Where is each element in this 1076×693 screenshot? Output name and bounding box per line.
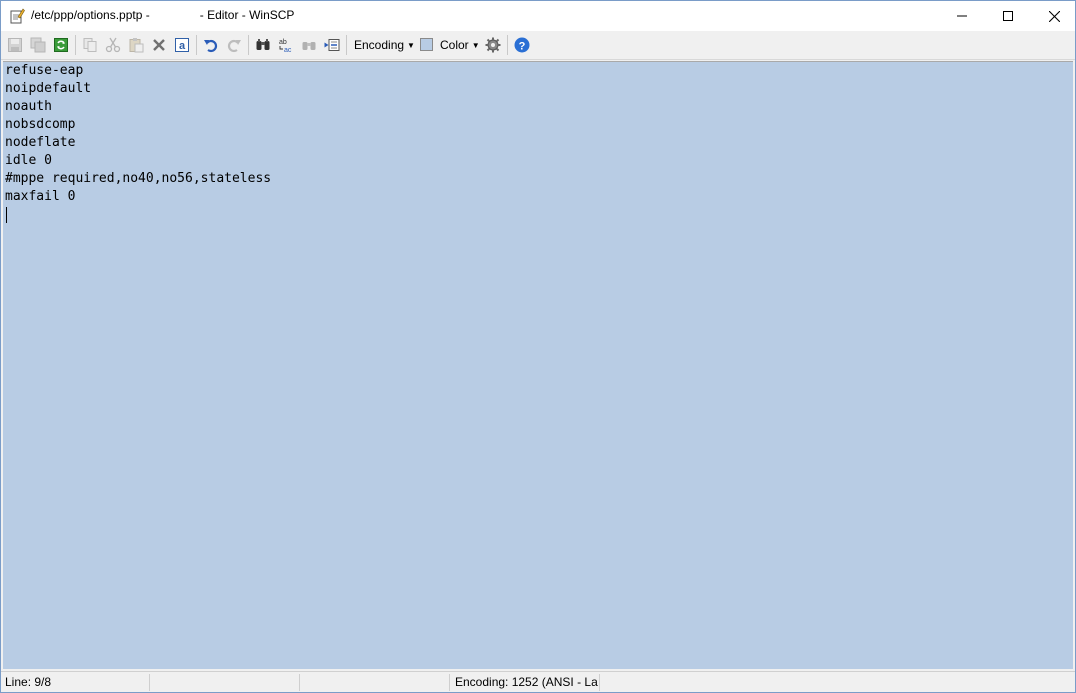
close-icon <box>1048 10 1060 22</box>
color-swatch <box>420 38 434 52</box>
color-label: Color <box>440 38 469 52</box>
scissors-icon <box>105 37 121 53</box>
editor-toolbar: a ab ac Encoding ▼ Color ▼ ? <box>1 31 1075 60</box>
title-bar: /etc/ppp/options.pptp - - Editor - WinSC… <box>1 1 1075 31</box>
status-bar: Line: 9/8 Encoding: 1252 (ANSI - La <box>1 671 1075 692</box>
binoculars-icon <box>256 39 270 50</box>
status-empty-cell <box>151 674 300 691</box>
undo-button[interactable] <box>202 36 220 54</box>
editor-notepad-icon <box>9 8 25 24</box>
help-button[interactable]: ? <box>513 36 531 54</box>
go-to-line-button[interactable] <box>323 36 341 54</box>
window-title: /etc/ppp/options.pptp - - Editor - WinSC… <box>31 8 295 22</box>
save-all-icon <box>30 37 46 53</box>
editor-line: refuse-eap <box>5 63 84 78</box>
reload-icon <box>54 38 68 52</box>
encoding-dropdown[interactable]: Encoding ▼ <box>354 38 415 52</box>
save-icon <box>8 38 22 52</box>
status-empty-cell <box>601 674 1071 691</box>
svg-text:a: a <box>179 40 186 52</box>
copy-icon <box>83 38 97 52</box>
minimize-button[interactable] <box>939 1 985 31</box>
editor-line: nodeflate <box>5 135 76 150</box>
svg-text:?: ? <box>519 41 526 53</box>
editor-line: #mppe required,no40,no56,stateless <box>5 171 272 186</box>
text-editor-area[interactable]: refuse-eap noipdefault noauth nobsdcomp … <box>3 61 1073 669</box>
copy-button[interactable] <box>81 36 99 54</box>
save-button[interactable] <box>6 36 24 54</box>
color-swatch-icon <box>420 38 433 51</box>
encoding-label: Encoding <box>354 38 405 52</box>
reload-button[interactable] <box>52 36 70 54</box>
status-empty-cell <box>301 674 450 691</box>
paste-icon <box>129 38 144 53</box>
select-all-button[interactable]: a <box>173 36 191 54</box>
maximize-icon <box>1003 11 1013 21</box>
delete-x-icon <box>153 39 165 51</box>
status-line-info: Line: 9/8 <box>1 674 150 691</box>
editor-line: nobsdcomp <box>5 117 76 132</box>
redo-button[interactable] <box>225 36 243 54</box>
chevron-down-icon: ▼ <box>407 41 415 50</box>
editor-window: /etc/ppp/options.pptp - - Editor - WinSC… <box>0 0 1076 693</box>
minimize-icon <box>957 15 967 17</box>
save-all-button[interactable] <box>29 36 47 54</box>
replace-button[interactable]: ab ac <box>277 36 295 54</box>
redo-icon <box>227 39 241 53</box>
replace-icon: ab ac <box>279 39 292 53</box>
status-encoding-info: Encoding: 1252 (ANSI - La <box>451 674 600 691</box>
close-button[interactable] <box>1031 1 1075 31</box>
svg-text:ac: ac <box>284 47 292 53</box>
svg-text:ab: ab <box>279 39 287 46</box>
color-dropdown[interactable]: Color ▼ <box>440 38 480 52</box>
paste-button[interactable] <box>127 36 145 54</box>
maximize-button[interactable] <box>985 1 1031 31</box>
gear-icon <box>485 37 501 53</box>
editor-line: idle 0 <box>5 153 52 168</box>
editor-line: maxfail 0 <box>5 189 76 204</box>
select-all-icon: a <box>175 38 189 52</box>
help-icon: ? <box>514 37 530 53</box>
chevron-down-icon: ▼ <box>471 41 480 50</box>
editor-line: noauth <box>5 99 52 114</box>
find-button[interactable] <box>254 36 272 54</box>
go-to-line-icon <box>324 39 340 51</box>
text-cursor <box>6 207 7 223</box>
delete-button[interactable] <box>150 36 168 54</box>
find-next-button[interactable] <box>300 36 318 54</box>
undo-icon <box>204 39 218 53</box>
preferences-button[interactable] <box>484 36 502 54</box>
cut-button[interactable] <box>104 36 122 54</box>
find-next-icon <box>302 42 316 50</box>
editor-line: noipdefault <box>5 81 92 96</box>
